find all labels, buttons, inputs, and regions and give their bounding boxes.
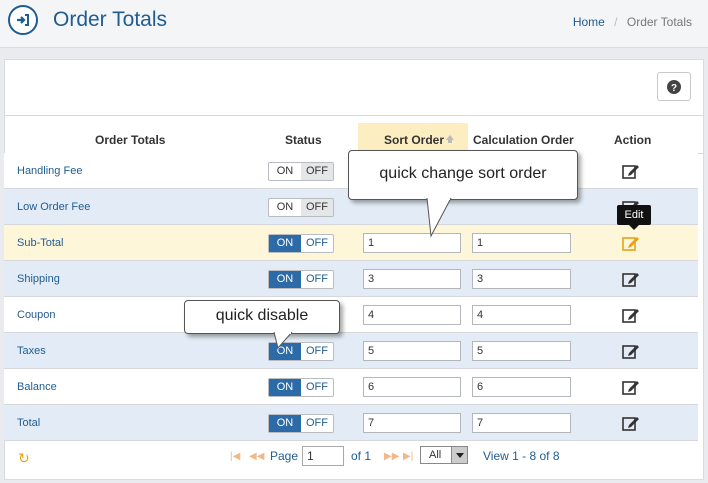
edit-icon[interactable] — [622, 379, 640, 395]
order-total-name[interactable]: Balance — [17, 381, 57, 393]
back-button[interactable] — [8, 5, 38, 35]
toggle-on-label[interactable]: ON — [269, 415, 301, 432]
header-calculation-order[interactable]: Calculation Order — [473, 133, 574, 147]
toggle-off-label[interactable]: OFF — [301, 415, 333, 432]
callout-pointer — [426, 198, 452, 238]
page-number-input[interactable]: 1 — [302, 446, 344, 466]
toggle-off-label[interactable]: OFF — [301, 163, 333, 180]
toggle-off-label[interactable]: OFF — [301, 235, 333, 252]
order-total-name[interactable]: Sub-Total — [17, 237, 63, 249]
table-row: Total ON OFF 7 7 — [4, 405, 698, 441]
header-status[interactable]: Status — [285, 133, 322, 147]
header-order-totals[interactable]: Order Totals — [95, 133, 165, 147]
order-total-name[interactable]: Coupon — [17, 309, 56, 321]
breadcrumb: Home / Order Totals — [573, 15, 692, 29]
calculation-order-input[interactable]: 7 — [472, 413, 571, 433]
toggle-on-label[interactable]: ON — [269, 163, 301, 180]
order-total-name[interactable]: Shipping — [17, 273, 60, 285]
sign-in-icon — [17, 14, 29, 26]
quick-disable-callout: quick disable — [184, 300, 340, 334]
rows-per-page-select[interactable]: All — [420, 446, 468, 464]
page-title: Order Totals — [53, 8, 167, 31]
table-row: Taxes ON OFF 5 5 — [4, 333, 698, 369]
help-button[interactable]: ? — [657, 72, 691, 101]
sort-arrow-icon — [446, 135, 454, 143]
breadcrumb-home-link[interactable]: Home — [573, 15, 605, 29]
edit-icon[interactable] — [622, 343, 640, 359]
status-toggle[interactable]: ONOFF — [268, 198, 334, 217]
sort-order-input[interactable]: 3 — [363, 269, 461, 289]
page-label: Page — [270, 449, 299, 463]
refresh-icon[interactable]: ↻ — [18, 450, 30, 467]
status-toggle[interactable]: ONOFF — [268, 270, 334, 289]
order-total-name[interactable]: Taxes — [17, 345, 46, 357]
toggle-off-label[interactable]: OFF — [301, 199, 333, 216]
edit-icon[interactable] — [622, 307, 640, 323]
next-page-icon[interactable]: ▶▶ — [384, 451, 399, 462]
callout-pointer — [273, 332, 293, 350]
pager: ↻ |◀ ◀◀ Page 1 of 1 ▶▶ ▶| All View 1 - 8… — [4, 441, 704, 473]
toggle-off-label[interactable]: OFF — [301, 343, 333, 360]
header-sort-order[interactable]: Sort Order — [384, 133, 444, 147]
edit-tooltip: Edit — [617, 205, 651, 230]
header-action: Action — [614, 133, 652, 147]
status-toggle[interactable]: ONOFF — [268, 234, 334, 253]
calculation-order-input[interactable]: 6 — [472, 377, 571, 397]
breadcrumb-current: Order Totals — [626, 15, 692, 29]
page-of-label: of 1 — [351, 449, 372, 463]
toggle-on-label[interactable]: ON — [269, 271, 301, 288]
calculation-order-input[interactable]: 1 — [472, 233, 571, 253]
first-page-icon[interactable]: |◀ — [230, 451, 240, 462]
edit-icon[interactable] — [622, 271, 640, 287]
edit-icon[interactable] — [622, 163, 640, 179]
svg-text:?: ? — [671, 83, 677, 94]
sort-order-input[interactable]: 5 — [363, 341, 461, 361]
sort-order-input[interactable]: 6 — [363, 377, 461, 397]
toggle-on-label[interactable]: ON — [269, 199, 301, 216]
chevron-down-icon — [451, 447, 467, 463]
order-total-name[interactable]: Total — [17, 417, 40, 429]
sort-order-callout: quick change sort order — [348, 150, 578, 200]
toggle-off-label[interactable]: OFF — [301, 271, 333, 288]
order-total-name[interactable]: Low Order Fee — [17, 201, 90, 213]
rows-per-page-value: All — [429, 449, 442, 461]
order-total-name[interactable]: Handling Fee — [17, 165, 82, 177]
last-page-icon[interactable]: ▶| — [403, 451, 413, 462]
status-toggle[interactable]: ONOFF — [268, 378, 334, 397]
calculation-order-input[interactable]: 5 — [472, 341, 571, 361]
toggle-on-label[interactable]: ON — [269, 379, 301, 396]
table-row: Shipping ON OFF 3 3 — [4, 261, 698, 297]
table-row: Sub-Total ON OFF 1 1 — [4, 225, 698, 261]
breadcrumb-separator: / — [614, 15, 618, 29]
table-row: Balance ON OFF 6 6 — [4, 369, 698, 405]
sort-order-input[interactable]: 4 — [363, 305, 461, 325]
view-count: View 1 - 8 of 8 — [483, 449, 560, 463]
calculation-order-input[interactable]: 3 — [472, 269, 571, 289]
table-row: CouponONOFF44 — [4, 297, 698, 333]
page-header: Order Totals Home / Order Totals — [0, 0, 708, 48]
question-icon: ? — [667, 79, 681, 94]
status-toggle[interactable]: ONOFF — [268, 162, 334, 181]
sort-order-input[interactable]: 7 — [363, 413, 461, 433]
edit-icon[interactable] — [622, 235, 640, 251]
divider — [5, 115, 703, 116]
toggle-off-label[interactable]: OFF — [301, 379, 333, 396]
prev-page-icon[interactable]: ◀◀ — [249, 451, 264, 462]
calculation-order-input[interactable]: 4 — [472, 305, 571, 325]
toggle-on-label[interactable]: ON — [269, 235, 301, 252]
status-toggle[interactable]: ONOFF — [268, 414, 334, 433]
edit-icon[interactable] — [622, 415, 640, 431]
